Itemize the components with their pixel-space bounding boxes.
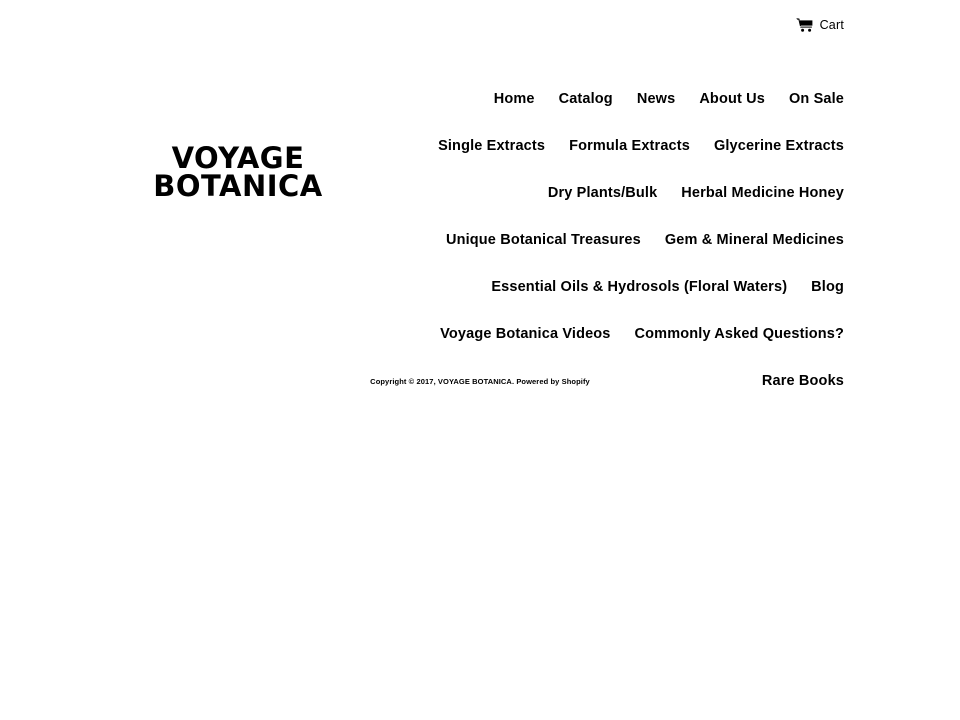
footer-copyright-text: Copyright © 2017, VOYAGE BOTANICA. — [370, 377, 515, 386]
nav-item-formula-extracts[interactable]: Formula Extracts — [545, 125, 690, 172]
nav-item-about-us[interactable]: About Us — [675, 78, 765, 125]
site-footer: Copyright © 2017, VOYAGE BOTANICA. Power… — [0, 360, 960, 400]
nav-item-herbal-medicine-honey[interactable]: Herbal Medicine Honey — [657, 172, 844, 219]
nav-link-dry-plants-bulk[interactable]: Dry Plants/Bulk — [548, 172, 657, 215]
nav-item-single-extracts[interactable]: Single Extracts — [414, 125, 545, 172]
site-header: VOYAGE BOTANICA Home Catalog News About … — [0, 50, 960, 389]
nav-link-gem-mineral-medicines[interactable]: Gem & Mineral Medicines — [665, 219, 844, 262]
nav-link-formula-extracts[interactable]: Formula Extracts — [569, 125, 690, 168]
logo-line-one: VOYAGE — [171, 141, 305, 175]
nav-link-on-sale[interactable]: On Sale — [789, 78, 844, 121]
nav-link-about-us[interactable]: About Us — [699, 78, 765, 121]
nav-item-on-sale[interactable]: On Sale — [765, 78, 844, 125]
nav-item-news[interactable]: News — [613, 78, 675, 125]
page-root: Cart VOYAGE BOTANICA Home Catalog News A… — [0, 0, 960, 720]
nav-link-single-extracts[interactable]: Single Extracts — [438, 125, 545, 168]
nav-link-glycerine-extracts[interactable]: Glycerine Extracts — [714, 125, 844, 168]
nav-item-gem-mineral-medicines[interactable]: Gem & Mineral Medicines — [641, 219, 844, 266]
nav-link-unique-botanical-treasures[interactable]: Unique Botanical Treasures — [446, 219, 641, 262]
logo-line-two: BOTANICA — [153, 169, 323, 203]
logo-home-link[interactable]: VOYAGE BOTANICA — [153, 141, 323, 203]
nav-link-herbal-medicine-honey[interactable]: Herbal Medicine Honey — [681, 172, 844, 215]
cart-link[interactable]: Cart — [795, 17, 844, 33]
utility-bar: Cart — [0, 0, 960, 50]
nav-item-home[interactable]: Home — [470, 78, 535, 125]
nav-item-unique-botanical-treasures[interactable]: Unique Botanical Treasures — [422, 219, 641, 266]
nav-item-dry-plants-bulk[interactable]: Dry Plants/Bulk — [524, 172, 657, 219]
nav-link-home[interactable]: Home — [494, 78, 535, 121]
nav-item-glycerine-extracts[interactable]: Glycerine Extracts — [690, 125, 844, 172]
footer-shopify-link[interactable]: Shopify — [562, 377, 590, 386]
footer-copyright: Copyright © 2017, VOYAGE BOTANICA. Power… — [370, 376, 590, 388]
nav-link-catalog[interactable]: Catalog — [559, 78, 613, 121]
shopping-cart-icon — [795, 17, 813, 33]
nav-link-news[interactable]: News — [637, 78, 675, 121]
cart-label: Cart — [819, 17, 844, 32]
footer-powered-by-text: Powered by — [516, 377, 560, 386]
main-content — [116, 290, 844, 360]
site-logo: VOYAGE BOTANICA — [116, 144, 360, 201]
nav-item-catalog[interactable]: Catalog — [535, 78, 613, 125]
